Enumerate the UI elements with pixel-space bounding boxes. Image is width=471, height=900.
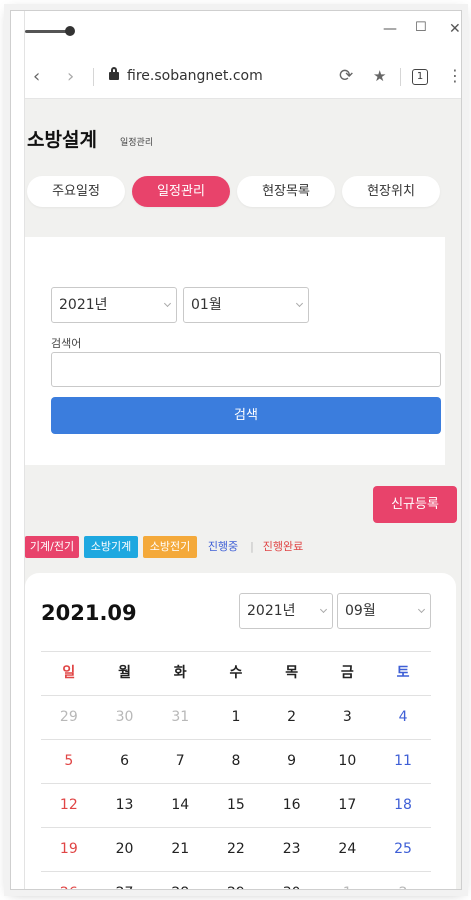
more-icon[interactable]: ⋮ xyxy=(447,66,461,85)
calendar-day-cell[interactable]: 1 xyxy=(320,872,376,889)
chevron-down-icon xyxy=(319,605,328,614)
divider xyxy=(93,68,94,86)
zoom-slider-track[interactable] xyxy=(25,30,70,33)
chevron-down-icon xyxy=(295,299,304,308)
browser-window: — ☐ ✕ ‹ › fire.sobangnet.com ⟳ ★ 1 ⋮ 소방설… xyxy=(10,10,462,890)
tab-main-schedule[interactable]: 주요일정 xyxy=(27,176,125,207)
window-edge xyxy=(11,11,25,889)
legend-completed: 진행완료 xyxy=(262,540,304,553)
calendar-month-value: 09월 xyxy=(345,603,376,619)
calendar-day-cell[interactable]: 9 xyxy=(264,740,320,784)
address-bar: ‹ › fire.sobangnet.com ⟳ ★ 1 ⋮ xyxy=(25,55,461,99)
calendar-day-cell[interactable]: 18 xyxy=(375,784,431,828)
back-icon[interactable]: ‹ xyxy=(33,66,40,87)
calendar-day-cell[interactable]: 3 xyxy=(320,696,376,740)
calendar-day-cell[interactable]: 4 xyxy=(375,696,431,740)
page-title: 소방설계 xyxy=(27,129,97,151)
calendar-week-row: 5 6 7 8 9 10 11 xyxy=(41,739,431,783)
page-subtitle: 일정관리 xyxy=(120,138,154,148)
tab-schedule-management[interactable]: 일정관리 xyxy=(132,176,230,207)
calendar-day-cell[interactable]: 19 xyxy=(41,828,97,872)
weekday-label: 금 xyxy=(340,665,354,681)
url-text[interactable]: fire.sobangnet.com xyxy=(127,68,263,84)
calendar-day-cell[interactable]: 5 xyxy=(41,740,97,784)
weekday-label: 수 xyxy=(229,665,243,681)
month-select-value: 01월 xyxy=(191,297,222,313)
maximize-icon[interactable]: ☐ xyxy=(415,20,427,35)
reload-icon[interactable]: ⟳ xyxy=(339,66,353,86)
lock-icon xyxy=(109,67,119,80)
weekday-label: 화 xyxy=(173,665,187,681)
tab-site-location[interactable]: 현장위치 xyxy=(342,176,440,207)
calendar-day-cell[interactable]: 21 xyxy=(152,828,208,872)
close-icon[interactable]: ✕ xyxy=(449,21,461,37)
calendar-day-cell[interactable]: 15 xyxy=(208,784,264,828)
weekday-label: 월 xyxy=(118,665,131,681)
weekday-label: 토 xyxy=(396,665,410,681)
divider xyxy=(400,68,401,86)
keyword-label: 검색어 xyxy=(51,337,82,350)
page-content: 소방설계 일정관리 주요일정 일정관리 현장목록 현장위치 2021년 01월 … xyxy=(25,99,461,889)
new-registration-button[interactable]: 신규등록 xyxy=(373,486,457,523)
calendar-day-cell[interactable]: 31 xyxy=(152,696,208,740)
calendar-day-cell[interactable]: 27 xyxy=(97,872,153,889)
calendar-week-row: 12 13 14 15 16 17 18 xyxy=(41,783,431,827)
month-select[interactable]: 01월 xyxy=(183,287,309,323)
calendar-day-cell[interactable]: 23 xyxy=(264,828,320,872)
forward-icon[interactable]: › xyxy=(67,66,74,87)
calendar-week-row: 262728293012 xyxy=(41,871,431,889)
calendar-day-cell[interactable]: 2 xyxy=(264,696,320,740)
calendar-day-cell[interactable]: 14 xyxy=(152,784,208,828)
tab-switcher-icon[interactable]: 1 xyxy=(412,69,428,85)
calendar-day-cell[interactable]: 29 xyxy=(41,696,97,740)
weekday-label: 일 xyxy=(62,665,76,681)
calendar-day-cell[interactable]: 30 xyxy=(264,872,320,889)
calendar-day-cell[interactable]: 20 xyxy=(97,828,153,872)
year-select[interactable]: 2021년 xyxy=(51,287,177,323)
calendar-day-cell[interactable]: 29 xyxy=(208,872,264,889)
calendar-day-cell[interactable]: 8 xyxy=(208,740,264,784)
calendar-day-cell[interactable]: 17 xyxy=(320,784,376,828)
weekday-label: 목 xyxy=(285,665,299,681)
bookmark-icon[interactable]: ★ xyxy=(373,67,386,85)
calendar-day-cell[interactable]: 26 xyxy=(41,872,97,889)
legend-separator: | xyxy=(250,540,254,553)
chevron-down-icon xyxy=(163,299,172,308)
calendar-day-cell[interactable]: 2 xyxy=(375,872,431,889)
legend-fire-mech: 소방기계 xyxy=(84,536,138,558)
chevron-down-icon xyxy=(417,605,426,614)
calendar-card: 2021.09 2021년 09월 일 월 화 수 목 금 토 29 30 31 1 2 3 4 5 6 7 8 9… xyxy=(25,573,456,889)
calendar-day-cell[interactable]: 10 xyxy=(320,740,376,784)
calendar-day-cell[interactable]: 11 xyxy=(375,740,431,784)
calendar-week-row: 19 20 21 22 23 24 25 xyxy=(41,827,431,871)
keyword-input[interactable] xyxy=(51,352,441,387)
calendar-day-cell[interactable]: 16 xyxy=(264,784,320,828)
calendar-day-cell[interactable]: 30 xyxy=(97,696,153,740)
calendar-day-cell[interactable]: 24 xyxy=(320,828,376,872)
legend-fire-elec: 소방전기 xyxy=(143,536,197,558)
calendar-year-select[interactable]: 2021년 xyxy=(239,593,333,629)
calendar-day-cell[interactable]: 28 xyxy=(152,872,208,889)
search-button[interactable]: 검색 xyxy=(51,397,441,434)
calendar-day-cell[interactable]: 25 xyxy=(375,828,431,872)
title-bar: — ☐ ✕ xyxy=(25,11,461,55)
calendar-day-cell[interactable]: 13 xyxy=(97,784,153,828)
calendar-day-cell[interactable]: 12 xyxy=(41,784,97,828)
calendar-day-cell[interactable]: 7 xyxy=(152,740,208,784)
tab-site-list[interactable]: 현장목록 xyxy=(237,176,335,207)
legend-in-progress: 진행중 xyxy=(207,540,239,553)
zoom-slider-handle[interactable] xyxy=(65,26,75,36)
calendar-month-select[interactable]: 09월 xyxy=(337,593,431,629)
minimize-icon[interactable]: — xyxy=(383,21,397,37)
weekday-header-row: 일월화수목금토 xyxy=(41,651,431,695)
calendar-day-cell[interactable]: 1 xyxy=(208,696,264,740)
calendar-week-row: 29 30 31 1 2 3 4 xyxy=(41,695,431,739)
legend-mech-elec: 기계/전기 xyxy=(25,536,79,558)
calendar-title: 2021.09 xyxy=(41,601,137,625)
calendar-year-value: 2021년 xyxy=(247,603,296,619)
calendar-day-cell[interactable]: 22 xyxy=(208,828,264,872)
calendar-day-cell[interactable]: 6 xyxy=(97,740,153,784)
year-select-value: 2021년 xyxy=(59,297,108,313)
